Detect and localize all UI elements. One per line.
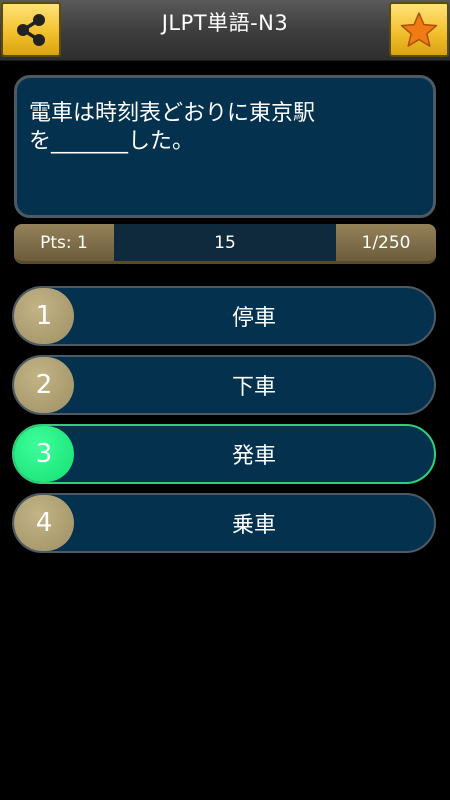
- question-text: 電車は時刻表どおりに東京駅 を_______した。: [29, 101, 316, 154]
- answer-label: 乗車: [231, 513, 276, 538]
- answer-option-2[interactable]: 2 下車: [12, 355, 436, 415]
- app-title: JLPT単語-N3: [161, 11, 289, 35]
- star-icon: [400, 11, 438, 47]
- top-bar: JLPT単語-N3: [0, 0, 450, 61]
- answer-number-badge: 3: [14, 426, 74, 482]
- answer-option-1[interactable]: 1 停車: [12, 286, 436, 346]
- answer-label: 下車: [231, 375, 276, 400]
- favorite-button[interactable]: [389, 2, 449, 57]
- answer-label: 発車: [231, 444, 276, 469]
- answer-option-3[interactable]: 3 発車: [12, 424, 436, 484]
- progress-counter: 1/250: [336, 224, 436, 261]
- answer-option-4[interactable]: 4 乗車: [12, 493, 436, 553]
- status-bar: Pts: 1 15 1/250: [14, 224, 436, 264]
- timer-display: 15: [114, 224, 336, 261]
- points-display: Pts: 1: [14, 224, 114, 261]
- answer-label: 停車: [231, 306, 276, 331]
- answer-number-badge: 1: [14, 288, 74, 344]
- answer-number-badge: 2: [14, 357, 74, 413]
- question-panel: 電車は時刻表どおりに東京駅 を_______した。: [14, 75, 436, 218]
- answer-number-badge: 4: [14, 495, 74, 551]
